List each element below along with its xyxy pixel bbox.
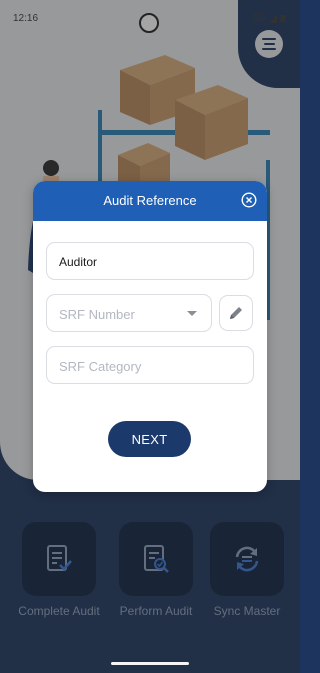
srf-category-field[interactable]: SRF Category <box>46 346 254 384</box>
pencil-icon <box>230 307 242 319</box>
dialog-header: Audit Reference <box>33 181 267 221</box>
edit-srf-button[interactable] <box>219 295 253 331</box>
srf-number-dropdown[interactable]: SRF Number <box>46 294 212 332</box>
srf-number-placeholder: SRF Number <box>59 307 135 322</box>
chevron-down-icon <box>187 311 197 316</box>
home-indicator <box>111 662 189 665</box>
close-icon[interactable] <box>241 192 257 208</box>
next-button[interactable]: NEXT <box>108 421 191 457</box>
audit-reference-dialog: Audit Reference Auditor SRF Number SRF C… <box>33 181 267 492</box>
dialog-title: Audit Reference <box>103 193 197 208</box>
srf-category-placeholder: SRF Category <box>59 359 142 374</box>
auditor-field[interactable]: Auditor <box>46 242 254 280</box>
auditor-value: Auditor <box>59 255 98 269</box>
